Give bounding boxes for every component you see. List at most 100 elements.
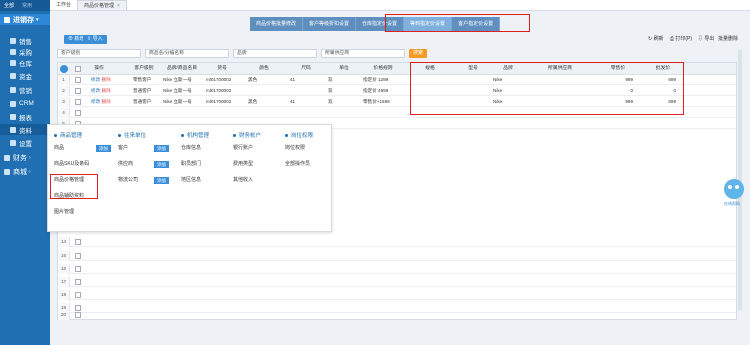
menu-item-product[interactable]: 商品 添加 xyxy=(54,145,111,152)
col-header[interactable]: 尺码 xyxy=(290,63,322,75)
sidebar-item-funds[interactable]: 资金 xyxy=(0,70,50,81)
col-header[interactable]: 货号 xyxy=(206,63,238,75)
edit-link[interactable]: 修改 xyxy=(91,99,100,104)
menu-item-logistics[interactable]: 物流公司 添加 xyxy=(118,177,169,184)
tab-batch-price-edit[interactable]: 商品价格批量修改 xyxy=(250,17,304,31)
brand-filter[interactable]: 品牌 xyxy=(233,49,317,58)
sidebar-item-label: 采购 xyxy=(19,49,32,57)
sidebar-item-settings[interactable]: 设置 xyxy=(0,137,50,148)
tab-warehouse-price[interactable]: 仓库指定价设置 xyxy=(356,17,405,31)
customer-level-filter[interactable]: 客户级别 xyxy=(57,49,141,58)
add-customer-button[interactable]: 添加 xyxy=(154,145,169,152)
row-checkbox[interactable] xyxy=(75,99,81,105)
table-row[interactable]: 15 xyxy=(58,251,736,261)
import-button[interactable]: ⇪ 导入 xyxy=(83,35,107,44)
table-row[interactable]: 17 xyxy=(58,277,736,287)
table-row[interactable]: 4 xyxy=(58,108,736,118)
add-supplier-button[interactable]: 添加 xyxy=(154,161,169,168)
row-checkbox[interactable] xyxy=(75,279,81,285)
assistant-label[interactable]: 在线帮助 xyxy=(724,201,740,207)
row-checkbox[interactable] xyxy=(75,77,81,83)
menu-item-region[interactable]: 地区信息 xyxy=(181,177,209,184)
search-button[interactable]: 搜索 xyxy=(409,49,428,58)
sidebar-item-warehouse[interactable]: 仓库 xyxy=(0,57,50,68)
edit-link[interactable]: 修改 xyxy=(91,88,100,93)
sidebar-item-sales[interactable]: 销售 xyxy=(0,35,50,46)
print-button[interactable]: ⎙ 打印(P) xyxy=(666,35,696,44)
sidebar-item-shop[interactable]: 商城 › xyxy=(0,166,50,177)
sidebar-item-finance[interactable]: 财务 › xyxy=(0,152,50,163)
menu-item-expense-type[interactable]: 费用类型 xyxy=(233,161,261,168)
batch-delete-button[interactable]: 批量删除 xyxy=(714,35,742,44)
col-header[interactable]: 客户级别 xyxy=(128,63,160,75)
menu-item-other-income[interactable]: 其他收入 xyxy=(233,177,261,184)
select-all-checkbox[interactable] xyxy=(75,66,81,72)
row-checkbox[interactable] xyxy=(75,88,81,94)
col-header[interactable]: 单位 xyxy=(328,63,360,75)
add-product-button[interactable]: 添加 xyxy=(96,145,111,152)
sidebar-item-marketing[interactable]: 营销 xyxy=(0,84,50,95)
sidebar-tab-all[interactable]: 全部 xyxy=(0,2,18,9)
add-logistics-button[interactable]: 添加 xyxy=(154,177,169,184)
col-header[interactable]: 型号 xyxy=(458,63,488,75)
menu-heading-label: 商品管理 xyxy=(60,133,83,139)
col-header[interactable]: 批发价 xyxy=(648,63,678,75)
delete-link[interactable]: 删除 xyxy=(101,77,110,82)
edit-link[interactable]: 修改 xyxy=(91,77,100,82)
assistant-mascot-icon[interactable] xyxy=(724,179,744,199)
sidebar-item-purchase[interactable]: 采购 xyxy=(0,46,50,57)
table-row[interactable]: 2 修改 删除 普通客户 Nike 立斯一号 ml01700002 双 指定价 … xyxy=(58,86,736,96)
col-header[interactable]: 规格 xyxy=(415,63,445,75)
col-header[interactable]: 品牌 xyxy=(488,63,528,75)
col-header[interactable]: 价格规则 xyxy=(363,63,403,75)
delete-link[interactable]: 删除 xyxy=(101,88,110,93)
close-icon[interactable]: × xyxy=(117,3,120,9)
tab-workbench[interactable]: 工作台 xyxy=(50,0,77,10)
tab-specified-price[interactable]: 等到指定价设置 xyxy=(404,17,453,31)
table-row[interactable]: 16 xyxy=(58,264,736,274)
row-checkbox[interactable] xyxy=(75,266,81,272)
menu-item-price-management[interactable]: 商品价格管理 xyxy=(54,177,89,184)
col-header[interactable]: 所属供应商 xyxy=(540,63,580,75)
menu-item-customer[interactable]: 客户 添加 xyxy=(118,145,169,152)
menu-item-sku[interactable]: 商品SKU及条码 xyxy=(54,161,89,168)
cell-wholesale: 0 xyxy=(673,88,676,93)
tab-price-management[interactable]: 商品价格管理 × xyxy=(77,0,127,10)
table-row[interactable]: 1 修改 删除 零售客户 Nike 立斯一号 ml01700002 黑色 41 … xyxy=(58,75,736,85)
cell-rule: 指定价 4999 xyxy=(363,88,389,93)
row-checkbox[interactable] xyxy=(75,312,81,318)
product-name-filter[interactable]: 商品名/分编名称 xyxy=(145,49,229,58)
menu-item-images[interactable]: 图片管理 xyxy=(54,209,89,216)
table-row[interactable]: 18 xyxy=(58,290,736,300)
sidebar-item-data[interactable]: 资料 xyxy=(0,124,50,135)
row-checkbox[interactable] xyxy=(75,253,81,259)
menu-item-bank[interactable]: 银行账户 xyxy=(233,145,261,152)
table-row[interactable]: 20 xyxy=(58,310,736,320)
table-row[interactable]: 3 修改 删除 普通客户 Nike 立斯一号 ml01700002 黑色 41 … xyxy=(58,97,736,107)
price-settings-tabs: 商品价格批量修改 客户等级折扣设置 仓库指定价设置 等到指定价设置 客户指定价设… xyxy=(250,17,501,31)
sidebar-tab-common[interactable]: 常用 xyxy=(18,2,36,9)
tab-customer-level-discount[interactable]: 客户等级折扣设置 xyxy=(303,17,357,31)
col-header[interactable]: 品牌/商品名目 xyxy=(162,63,202,75)
col-header[interactable]: 零售价 xyxy=(603,63,633,75)
sidebar-item-crm[interactable]: CRM xyxy=(0,98,50,109)
table-row[interactable]: 14 xyxy=(58,237,736,247)
menu-item-supplier[interactable]: 供应商 添加 xyxy=(118,161,169,168)
sidebar-main-group[interactable]: 进销存 ▾ xyxy=(0,14,50,25)
menu-item-product-aux[interactable]: 商品辅助资料 xyxy=(54,193,89,200)
menu-item-roles[interactable]: 岗位权限 xyxy=(285,145,313,152)
menu-item-operators[interactable]: 全部操作员 xyxy=(285,161,313,168)
tab-customer-price[interactable]: 客户指定价设置 xyxy=(452,17,501,31)
menu-item-warehouse-info[interactable]: 仓库信息 xyxy=(181,145,209,152)
row-checkbox[interactable] xyxy=(75,239,81,245)
row-checkbox[interactable] xyxy=(75,292,81,298)
menu-item-staff-dept[interactable]: 职员部门 xyxy=(181,161,209,168)
refresh-button[interactable]: ↻ 刷新 xyxy=(644,35,668,44)
column-settings-icon[interactable] xyxy=(60,65,68,73)
delete-link[interactable]: 删除 xyxy=(101,99,110,104)
col-header[interactable]: 颜色 xyxy=(248,63,280,75)
sidebar-item-label: 仓库 xyxy=(19,60,32,68)
row-checkbox[interactable] xyxy=(75,110,81,116)
sidebar-item-reports[interactable]: 报表 xyxy=(0,111,50,122)
supplier-filter[interactable]: 所属供应商 xyxy=(321,49,405,58)
